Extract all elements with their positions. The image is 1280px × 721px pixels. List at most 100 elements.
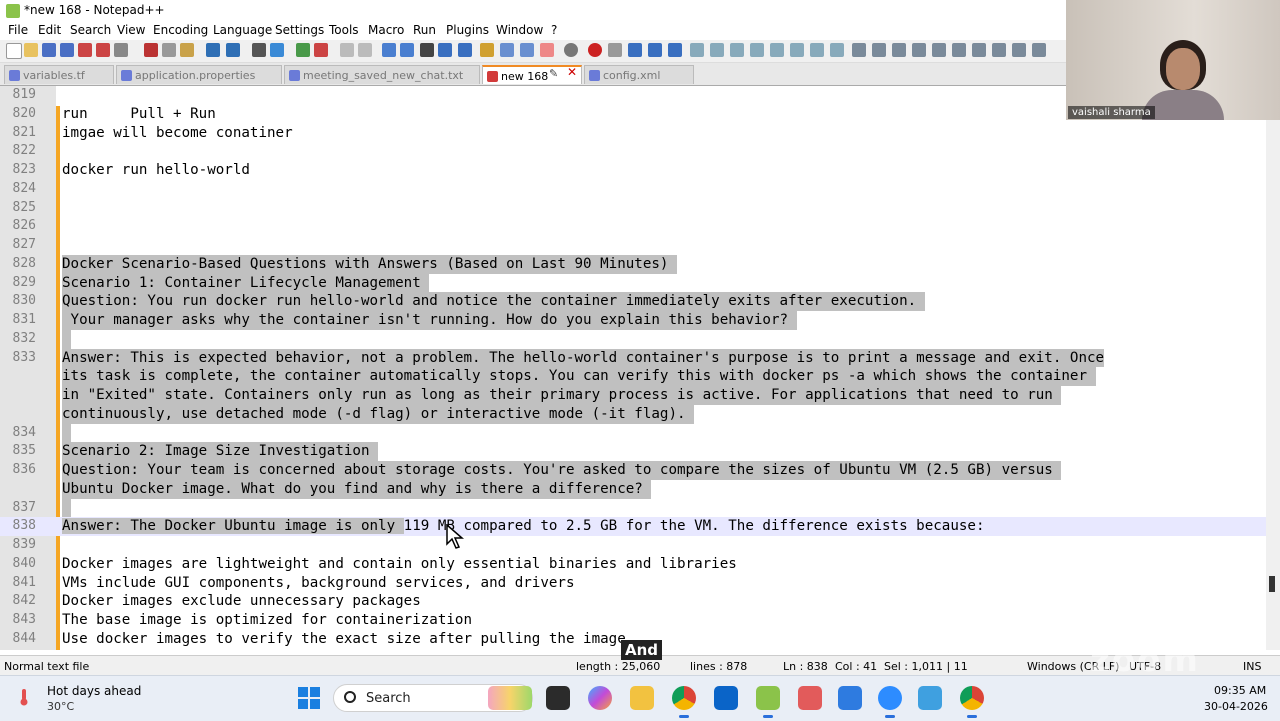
chrome-alt-icon[interactable] (960, 686, 984, 718)
plugin-tool-16-icon[interactable] (992, 43, 1006, 57)
plugin-tool-10-icon[interactable] (872, 43, 886, 57)
plugin-tool-3-icon[interactable] (730, 43, 744, 57)
plugin-tool-9-icon[interactable] (852, 43, 866, 57)
sync-vertical-icon[interactable] (340, 43, 354, 57)
plugin-tool-11-icon[interactable] (892, 43, 906, 57)
editor-line[interactable]: 840 Docker images are lightweight and con… (0, 555, 1268, 574)
clock-date[interactable]: 30-04-2026 (1204, 700, 1268, 713)
file-explorer-icon[interactable] (630, 686, 654, 710)
redo-icon[interactable] (226, 43, 240, 57)
plugin-tool-12-icon[interactable] (912, 43, 926, 57)
monitoring-icon[interactable] (520, 43, 534, 57)
menu-encoding[interactable]: Encoding (153, 23, 208, 37)
editor-line[interactable]: 829 Scenario 1: Container Lifecycle Manag… (0, 273, 1268, 293)
pin-icon[interactable]: ✎ (549, 67, 558, 80)
menu-language[interactable]: Language (213, 23, 272, 37)
save-all-icon[interactable] (60, 43, 74, 57)
menu-tools[interactable]: Tools (329, 23, 359, 37)
scrollbar-thumb[interactable] (1269, 576, 1275, 592)
editor-line[interactable]: 833 Answer: This is expected behavior, no… (0, 348, 1268, 368)
plugin-tool-5-icon[interactable] (770, 43, 784, 57)
menu-plugins[interactable]: Plugins (446, 23, 489, 37)
plugin-tool-18-icon[interactable] (1032, 43, 1046, 57)
save-macro-icon[interactable] (668, 43, 682, 57)
microsoft-store-icon[interactable] (838, 686, 862, 710)
tab-variables-tf[interactable]: variables.tf (4, 65, 114, 84)
copilot-icon[interactable] (588, 686, 612, 710)
plugin-tool-14-icon[interactable] (952, 43, 966, 57)
function-list-icon[interactable] (500, 43, 514, 57)
zoom-out-icon[interactable] (314, 43, 328, 57)
indent-guide-icon[interactable] (438, 43, 452, 57)
find-icon[interactable] (252, 43, 266, 57)
save-icon[interactable] (42, 43, 56, 57)
macro-icon[interactable] (564, 43, 578, 57)
plugin-tool-6-icon[interactable] (790, 43, 804, 57)
tab-application-properties[interactable]: application.properties (116, 65, 282, 84)
editor-line[interactable]: 825 (0, 199, 1268, 218)
editor-line[interactable]: in "Exited" state. Containers only run a… (0, 386, 1268, 405)
editor-line[interactable]: its task is complete, the container auto… (0, 367, 1268, 386)
editor-line[interactable]: Ubuntu Docker image. What do you find an… (0, 479, 1268, 499)
tab-config-xml[interactable]: config.xml (584, 65, 694, 84)
editor-line[interactable]: continuously, use detached mode (-d flag… (0, 404, 1268, 424)
menu-view[interactable]: View (117, 23, 145, 37)
editor-line[interactable]: 831 Your manager asks why the container … (0, 311, 1268, 330)
show-all-chars-icon[interactable] (400, 43, 414, 57)
windows-start-icon[interactable] (298, 687, 320, 709)
outlook-icon[interactable] (714, 686, 738, 710)
plugin-tool-1-icon[interactable] (690, 43, 704, 57)
paste-icon[interactable] (180, 43, 194, 57)
menu-help[interactable]: ? (551, 23, 557, 37)
undo-icon[interactable] (206, 43, 220, 57)
dropdown-arrow-icon[interactable] (420, 43, 434, 57)
menu-window[interactable]: Window (496, 23, 543, 37)
terminal-icon[interactable] (546, 686, 570, 710)
menu-file[interactable]: File (8, 23, 28, 37)
folder-workspace-icon[interactable] (480, 43, 494, 57)
open-file-icon[interactable] (24, 43, 38, 57)
flowers-widget-icon[interactable] (488, 686, 532, 710)
editor-line[interactable]: 835 Scenario 2: Image Size Investigation (0, 442, 1268, 461)
chrome-icon[interactable] (672, 686, 696, 718)
close-all-icon[interactable] (96, 43, 110, 57)
zoom-icon[interactable] (878, 686, 902, 718)
snipping-tool-icon[interactable] (798, 686, 822, 710)
replace-icon[interactable] (270, 43, 284, 57)
insert-mode[interactable]: INS (1243, 660, 1261, 673)
copy-icon[interactable] (162, 43, 176, 57)
zoom-in-icon[interactable] (296, 43, 310, 57)
plugin-tool-7-icon[interactable] (810, 43, 824, 57)
notepadpp-icon[interactable] (756, 686, 780, 718)
editor-line[interactable]: 839 (0, 536, 1268, 555)
tab-meeting-saved-new-chat[interactable]: meeting_saved_new_chat.txt (284, 65, 480, 84)
plugin-tool-4-icon[interactable] (750, 43, 764, 57)
editor-line[interactable]: 821 imgae will become conatiner (0, 124, 1268, 143)
editor-line[interactable]: 822 (0, 142, 1268, 161)
editor-line[interactable]: 838 Answer: The Docker Ubuntu image is on… (0, 517, 1268, 536)
editor-line[interactable]: 832 (0, 329, 1268, 349)
plugin-tool-2-icon[interactable] (710, 43, 724, 57)
close-tab-icon[interactable]: ✕ (567, 65, 577, 79)
editor-line[interactable]: 830 Question: You run docker run hello-wo… (0, 292, 1268, 311)
menu-edit[interactable]: Edit (38, 23, 61, 37)
editor-line[interactable]: 843 The base image is optimized for conta… (0, 611, 1268, 630)
play-macro-icon[interactable] (628, 43, 642, 57)
editor-line[interactable]: 841 VMs include GUI components, backgroun… (0, 574, 1268, 593)
editor-line[interactable]: 842 Docker images exclude unnecessary pac… (0, 592, 1268, 611)
doc-map-icon[interactable] (458, 43, 472, 57)
clock-time[interactable]: 09:35 AM (1214, 684, 1266, 697)
clipboard-history-icon[interactable] (540, 43, 554, 57)
print-icon[interactable] (114, 43, 128, 57)
editor-line[interactable]: 828 Docker Scenario-Based Questions with … (0, 254, 1268, 274)
editor-line[interactable]: 824 (0, 180, 1268, 199)
plugin-tool-8-icon[interactable] (830, 43, 844, 57)
menu-run[interactable]: Run (413, 23, 436, 37)
photos-icon[interactable] (918, 686, 942, 710)
editor-line[interactable]: 834 (0, 423, 1268, 443)
run-macro-multiple-icon[interactable] (648, 43, 662, 57)
editor-line[interactable]: 837 (0, 498, 1268, 518)
plugin-tool-13-icon[interactable] (932, 43, 946, 57)
editor-line[interactable]: 836 Question: Your team is concerned abou… (0, 461, 1268, 480)
close-icon[interactable] (78, 43, 92, 57)
